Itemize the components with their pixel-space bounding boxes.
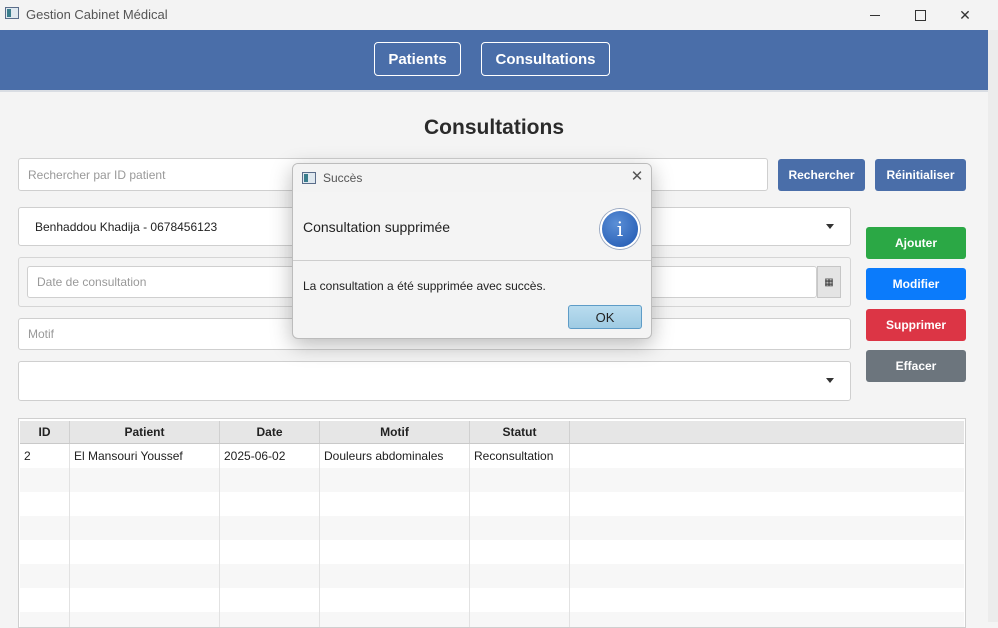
chevron-down-icon [826,223,834,229]
empty-table-row [20,540,964,564]
empty-table-row [20,468,964,492]
cell-patient: El Mansouri Youssef [70,444,220,468]
app-icon [5,7,19,19]
page-title: Consultations [424,116,564,139]
ok-button[interactable]: OK [568,305,642,329]
close-icon: ✕ [959,6,971,23]
dialog-title: Succès [323,171,363,185]
column-header-filler [570,421,964,443]
empty-table-row [20,516,964,540]
cell-id: 2 [20,444,70,468]
delete-button[interactable]: Supprimer [866,309,966,341]
column-header-motif[interactable]: Motif [320,421,470,443]
close-button[interactable]: ✕ [942,0,988,30]
dialog-header: Consultation supprimée i [293,192,651,261]
nav-consultations-button[interactable]: Consultations [481,42,610,76]
column-header-id[interactable]: ID [20,421,70,443]
column-header-statut[interactable]: Statut [470,421,570,443]
close-icon[interactable]: ✕ [629,169,645,185]
minimize-button[interactable] [852,0,898,30]
chevron-down-icon [826,378,834,383]
empty-table-row [20,588,964,612]
dialog-titlebar: Succès ✕ [293,164,651,192]
empty-table-row [20,564,964,588]
info-icon: i [600,209,640,249]
window-scrollbar[interactable] [988,30,998,622]
cell-motif: Douleurs abdominales [320,444,470,468]
dialog-message: La consultation a été supprimée avec suc… [303,279,546,293]
dialog-header-text: Consultation supprimée [303,219,451,235]
window-title: Gestion Cabinet Médical [26,7,168,22]
empty-table-row [20,612,964,627]
minimize-icon [870,14,880,16]
app-icon [302,172,316,184]
calendar-button[interactable]: ▦ [817,266,841,298]
edit-button[interactable]: Modifier [866,268,966,300]
cell-filler [570,444,964,468]
success-dialog: Succès ✕ Consultation supprimée i La con… [292,163,652,339]
table-header: ID Patient Date Motif Statut [20,421,964,444]
top-navbar: Patients Consultations [0,30,988,92]
search-button[interactable]: Rechercher [778,159,865,191]
add-button[interactable]: Ajouter [866,227,966,259]
patient-select-value: Benhaddou Khadija - 0678456123 [35,219,218,234]
window-titlebar: Gestion Cabinet Médical ✕ [0,0,998,30]
table-row[interactable]: 2 El Mansouri Youssef 2025-06-02 Douleur… [20,444,964,468]
empty-table-row [20,492,964,516]
reset-button[interactable]: Réinitialiser [875,159,966,191]
column-header-patient[interactable]: Patient [70,421,220,443]
maximize-icon [914,9,926,21]
column-header-date[interactable]: Date [220,421,320,443]
cell-statut: Reconsultation [470,444,570,468]
calendar-icon: ▦ [824,276,834,288]
cell-date: 2025-06-02 [220,444,320,468]
clear-button[interactable]: Effacer [866,350,966,382]
maximize-button[interactable] [897,0,943,30]
nav-patients-button[interactable]: Patients [374,42,461,76]
consultations-table[interactable]: ID Patient Date Motif Statut 2 El Mansou… [18,418,966,628]
status-select[interactable] [18,361,851,401]
